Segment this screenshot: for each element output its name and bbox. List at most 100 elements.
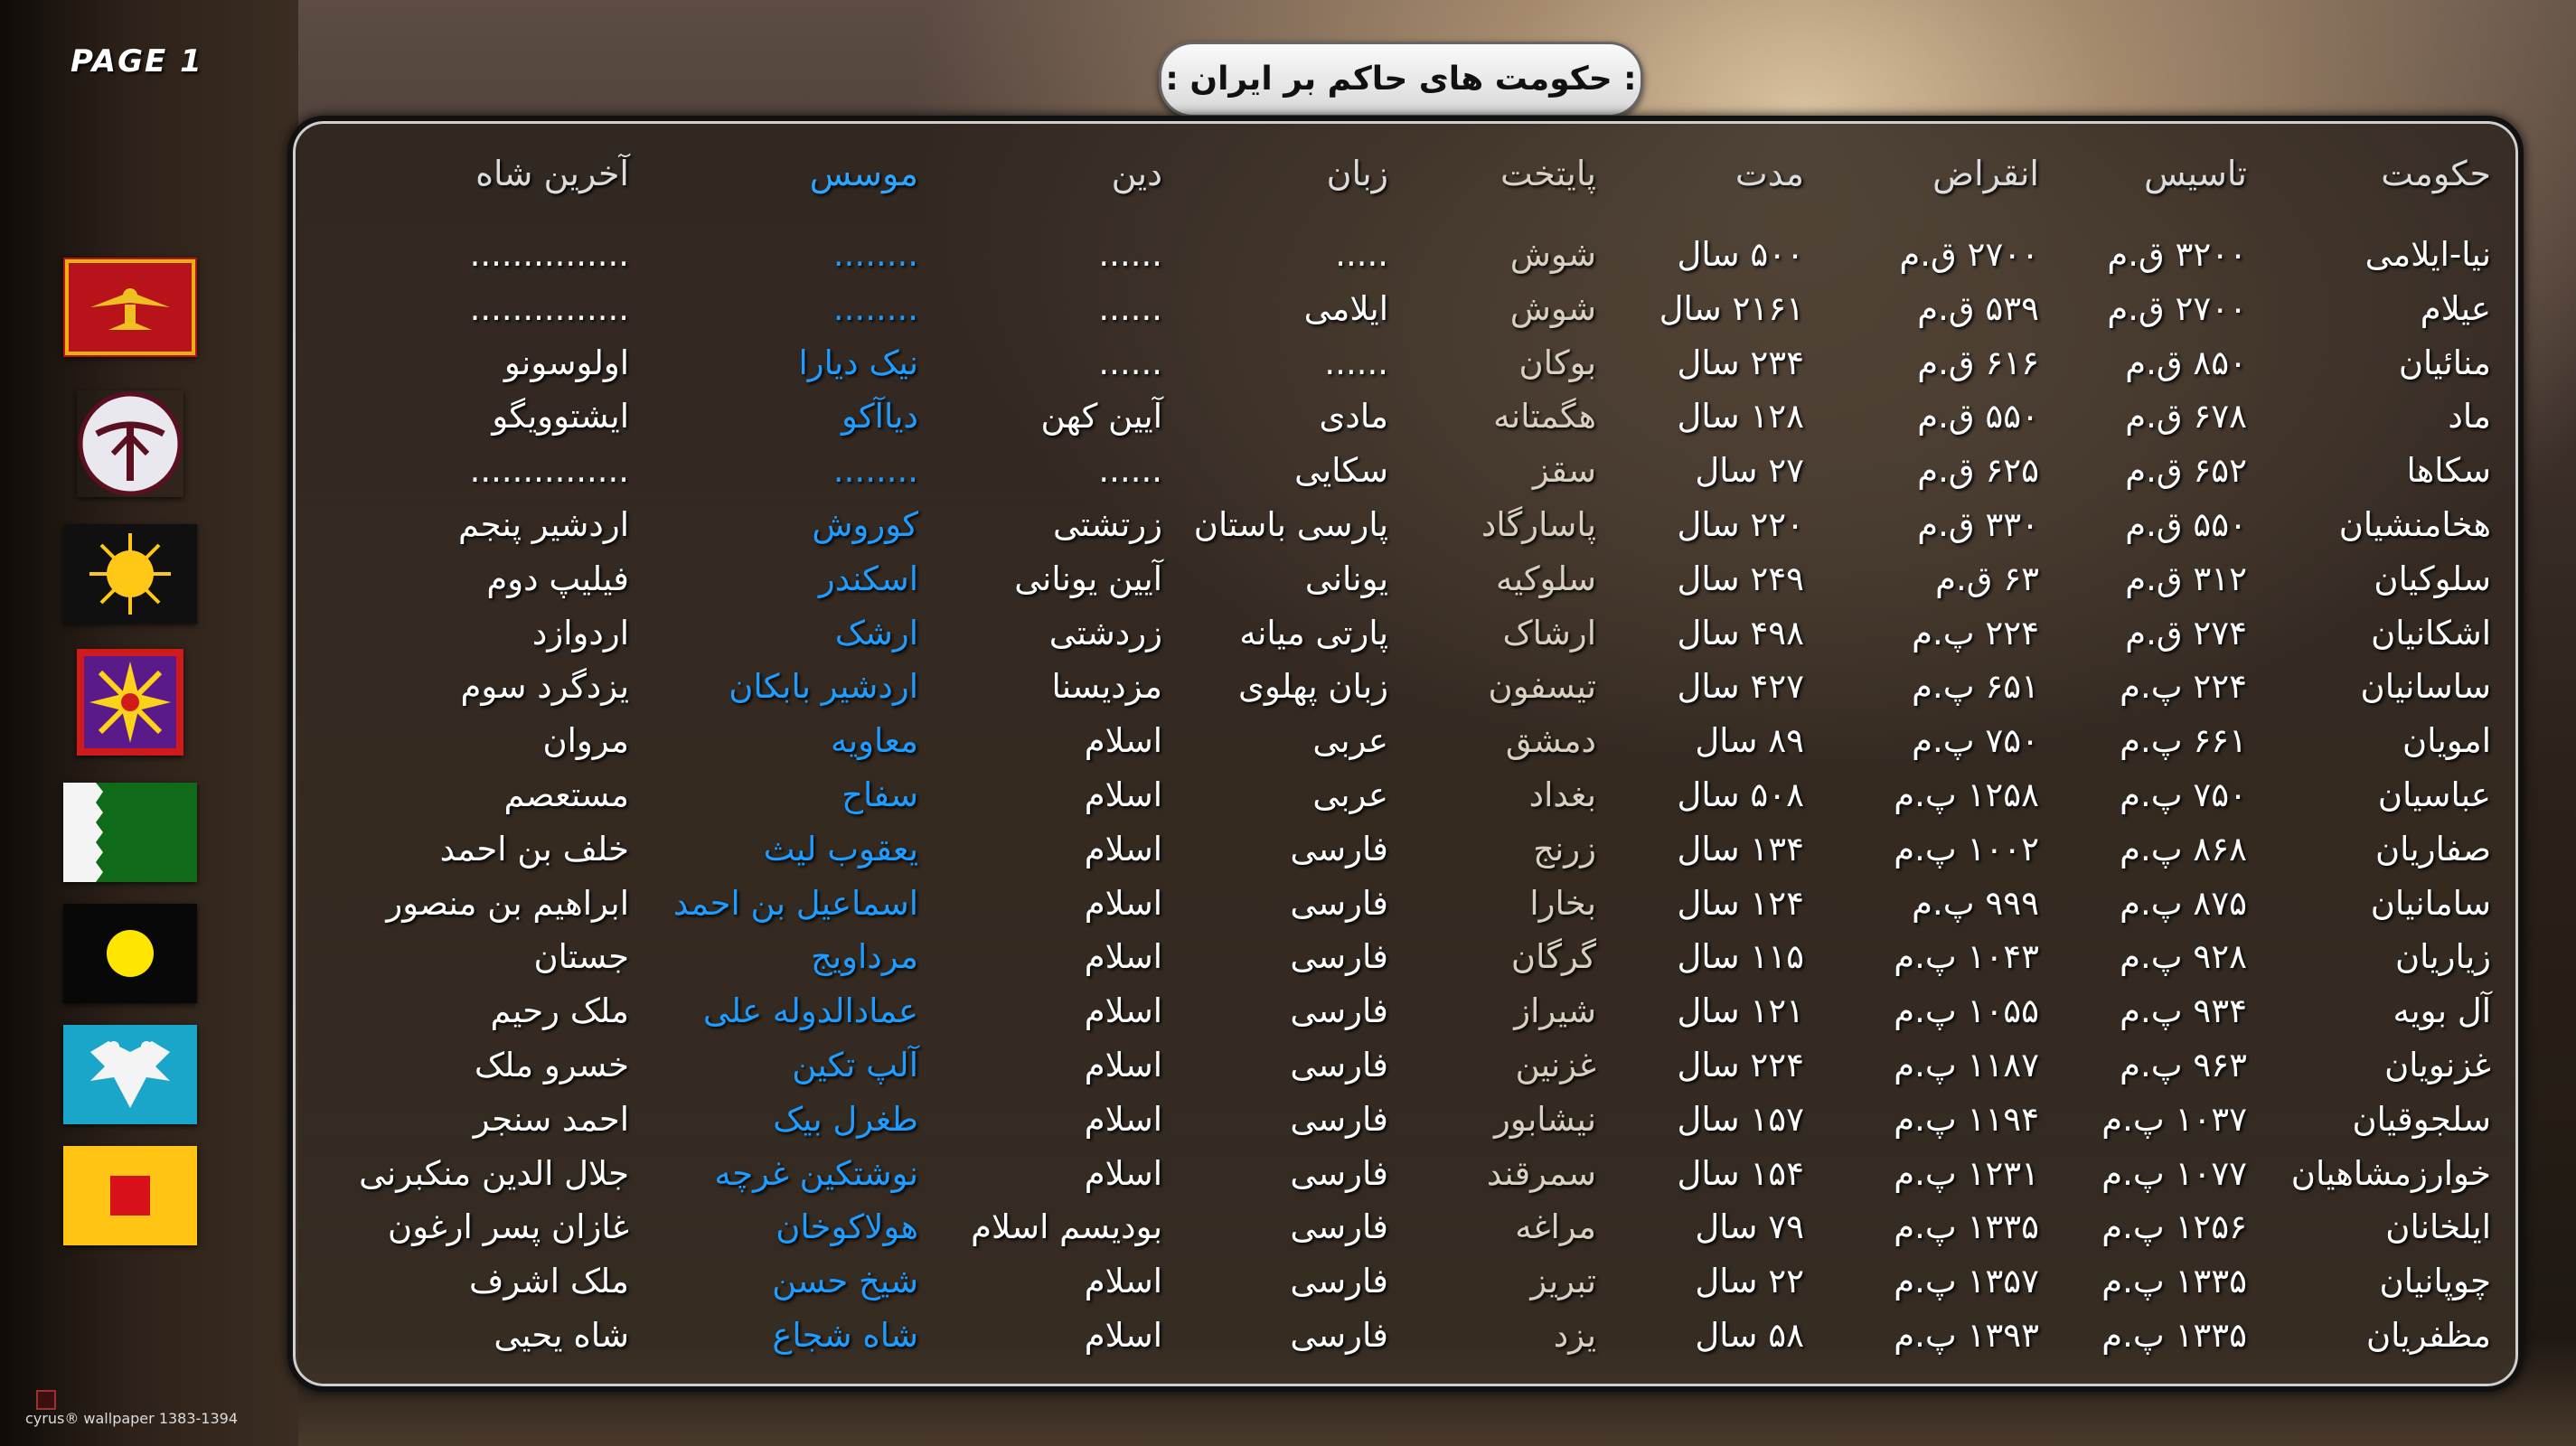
cell-capital: شیراز bbox=[1514, 991, 1596, 1031]
cell-founded: ۶۷۸ ق.م bbox=[2125, 397, 2247, 437]
cell-founder: دیاآکو bbox=[841, 397, 918, 437]
cell-founded: ۱۰۳۷ پ.م bbox=[2101, 1099, 2247, 1139]
cell-last-king: مروان bbox=[542, 721, 629, 761]
cell-fall: ۱۰۵۵ پ.م bbox=[1894, 991, 2039, 1031]
cell-language: فارسی bbox=[1290, 1153, 1388, 1193]
table-row: خوارزمشاهیان ۱۰۷۷ پ.م ۱۲۳۱ پ.م ۱۵۴ سال سمرقن… bbox=[293, 1147, 2518, 1201]
cell-government: آل بویه bbox=[2393, 991, 2491, 1031]
cell-last-king: ............... bbox=[469, 235, 629, 274]
cell-duration: ۱۵۴ سال bbox=[1677, 1153, 1804, 1193]
cell-duration: ۲۳۴ سال bbox=[1677, 343, 1804, 382]
cell-founder: معاویه bbox=[831, 721, 918, 761]
cell-last-king: اولوسونو bbox=[503, 343, 629, 382]
cell-government: منائیان bbox=[2398, 343, 2491, 382]
cell-last-king: اردوازد bbox=[531, 613, 629, 653]
cell-founder: ........ bbox=[832, 288, 918, 328]
cell-founder: مرداویج bbox=[810, 937, 918, 977]
cell-duration: ۱۲۸ سال bbox=[1677, 397, 1804, 437]
cell-fall: ۲۲۴ پ.م bbox=[1912, 613, 2039, 653]
header-founder: موسس bbox=[809, 154, 918, 193]
cell-language: عربی bbox=[1312, 775, 1388, 814]
cell-founder: نیک دیارا bbox=[798, 343, 918, 382]
cell-fall: ۱۳۳۵ پ.م bbox=[1894, 1207, 2039, 1247]
cell-founder: طغرل بیک bbox=[773, 1099, 918, 1139]
cell-founded: ۳۲۰۰ ق.م bbox=[2107, 235, 2247, 274]
governments-table: حکومت تاسیس انقراض مدت پایتخت زبان دین م… bbox=[287, 116, 2524, 1392]
cell-capital: دمشق bbox=[1505, 721, 1596, 761]
cell-founder: شیخ حسن bbox=[772, 1262, 918, 1301]
header-fall: انقراض bbox=[1932, 154, 2039, 193]
cell-last-king: ملک اشرف bbox=[469, 1262, 629, 1301]
cell-duration: ۱۵۷ سال bbox=[1677, 1099, 1804, 1139]
green-white-flag-icon bbox=[63, 783, 197, 882]
faravahar-flag-icon bbox=[63, 258, 197, 357]
cell-fall: ۱۰۴۳ پ.م bbox=[1894, 937, 2039, 977]
header-capital: پایتخت bbox=[1500, 154, 1596, 193]
cell-capital: یزد bbox=[1553, 1316, 1596, 1355]
cell-capital: غزنین bbox=[1515, 1046, 1596, 1084]
table-row: ماد ۶۷۸ ق.م ۵۵۰ ق.م ۱۲۸ سال هگمتانه مادی آیین … bbox=[293, 390, 2518, 444]
cell-founded: ۹۲۸ پ.م bbox=[2120, 937, 2247, 977]
cell-duration: ۲۴۹ سال bbox=[1677, 559, 1804, 598]
cell-government: عیلام bbox=[2420, 288, 2491, 328]
cell-founder: ........ bbox=[832, 451, 918, 491]
cell-language: فارسی bbox=[1290, 1099, 1388, 1139]
table-row: اشکانیان ۲۷۴ ق.م ۲۲۴ پ.م ۴۹۸ سال ارشاک پارتی … bbox=[293, 606, 2518, 661]
cell-government: اشکانیان bbox=[2371, 613, 2491, 653]
cell-fall: ۱۲۳۱ پ.م bbox=[1894, 1153, 2039, 1193]
cell-fall: ۹۹۹ پ.م bbox=[1912, 883, 2039, 923]
table-header: حکومت تاسیس انقراض مدت پایتخت زبان دین م… bbox=[293, 146, 2518, 201]
page-title: : حکومت های حاکم بر ایران : bbox=[1159, 42, 1643, 117]
cell-last-king: خلف بن احمد bbox=[439, 829, 629, 869]
cell-fall: ۱۱۹۴ پ.م bbox=[1894, 1099, 2039, 1139]
cell-founded: ۸۷۵ پ.م bbox=[2120, 883, 2247, 923]
cell-capital: سلوکیه bbox=[1496, 559, 1596, 598]
cell-government: غزنویان bbox=[2384, 1046, 2491, 1084]
cell-language: فارسی bbox=[1290, 883, 1388, 923]
cell-founder: ........ bbox=[832, 235, 918, 274]
cell-last-king: غازان پسر ارغون bbox=[388, 1207, 629, 1247]
cell-founded: ۱۳۳۵ پ.م bbox=[2101, 1262, 2247, 1301]
cell-government: عباسیان bbox=[2377, 775, 2491, 814]
cell-capital: بخارا bbox=[1529, 883, 1596, 923]
cell-religion: اسلام bbox=[1084, 1153, 1162, 1193]
cell-founded: ۶۵۲ ق.م bbox=[2125, 451, 2247, 491]
cell-language: یونانی bbox=[1304, 559, 1388, 598]
cell-last-king: ایشتوویگو bbox=[492, 397, 629, 437]
cell-religion: زرتشتی bbox=[1052, 505, 1162, 544]
cell-founder: هولاکوخان bbox=[776, 1207, 918, 1247]
cell-duration: ۱۲۱ سال bbox=[1677, 991, 1804, 1031]
table-row: چوپانیان ۱۳۳۵ پ.م ۱۳۵۷ پ.م ۲۲ سال تبریز فارسی… bbox=[293, 1254, 2518, 1309]
cell-capital: سقز bbox=[1532, 451, 1596, 491]
cell-last-king: یزدگرد سوم bbox=[460, 667, 629, 707]
cell-fall: ۶۵۱ پ.م bbox=[1912, 667, 2039, 707]
header-duration: مدت bbox=[1735, 154, 1804, 193]
cell-duration: ۲۷ سال bbox=[1695, 451, 1804, 491]
cell-language: فارسی bbox=[1290, 1262, 1388, 1301]
cell-government: مظفریان bbox=[2365, 1316, 2491, 1355]
cell-language: پارتی میانه bbox=[1239, 613, 1388, 653]
cell-government: ماد bbox=[2448, 397, 2491, 437]
medes-emblem-icon bbox=[78, 391, 183, 496]
cell-government: خوارزمشاهیان bbox=[2290, 1153, 2491, 1193]
cell-fall: ۶۳ ق.م bbox=[1935, 559, 2039, 598]
sun-flag-icon bbox=[63, 524, 197, 624]
cell-founded: ۸۵۰ ق.م bbox=[2125, 343, 2247, 382]
cell-government: امویان bbox=[2402, 721, 2491, 761]
cell-religion: اسلام bbox=[1084, 991, 1162, 1031]
cell-founded: ۳۱۲ ق.م bbox=[2125, 559, 2247, 598]
cell-fall: ۱۰۰۲ پ.م bbox=[1894, 829, 2039, 869]
cell-capital: بغداد bbox=[1528, 775, 1596, 814]
cell-duration: ۷۹ سال bbox=[1695, 1207, 1804, 1247]
cell-founder: نوشتکین غرچه bbox=[714, 1153, 918, 1193]
cell-capital: گرگان bbox=[1510, 937, 1596, 977]
cell-founded: ۱۰۷۷ پ.م bbox=[2101, 1153, 2247, 1193]
cell-founded: ۱۳۳۵ پ.م bbox=[2101, 1316, 2247, 1355]
cell-fall: ۶۲۵ ق.م bbox=[1917, 451, 2039, 491]
table-row: منائیان ۸۵۰ ق.م ۶۱۶ ق.م ۲۳۴ سال بوکان.......… bbox=[293, 336, 2518, 390]
cell-capital: پاسارگاد bbox=[1481, 505, 1596, 544]
cell-religion: اسلام bbox=[1084, 1099, 1162, 1139]
cell-duration: ۵۰۰ سال bbox=[1677, 235, 1804, 274]
cell-language: زبان پهلوی bbox=[1237, 667, 1388, 707]
cell-religion: اسلام bbox=[1084, 937, 1162, 977]
